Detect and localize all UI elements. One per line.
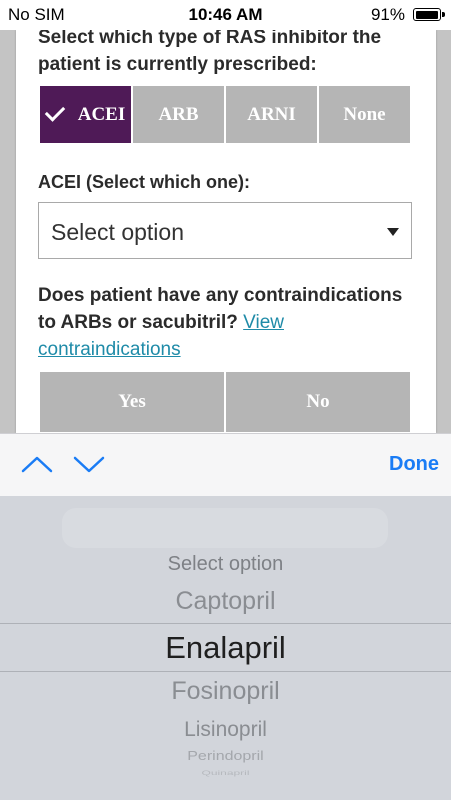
picker-option[interactable]: Lisinopril [0,718,451,742]
next-field-icon[interactable] [72,450,106,478]
contraindications-selector: Yes No [40,372,410,432]
ras-type-selector: ACEI ARB ARNI None [40,86,410,143]
option-none-button[interactable]: None [319,86,410,143]
question-contraindications: Does patient have any contraindications … [38,282,423,363]
form-card: Select which type of RAS inhibitor the p… [16,30,436,433]
previous-field-icon[interactable] [20,450,54,478]
option-label: ACEI [77,103,126,125]
acei-select[interactable]: Select option [38,202,412,259]
option-label: ARB [158,103,199,125]
option-arni-button[interactable]: ARNI [226,86,319,143]
yes-button[interactable]: Yes [40,372,226,432]
battery-percent: 91% [370,5,405,24]
picker-blur-bar [62,508,388,548]
checkmark-icon [44,101,65,122]
option-label: ARNI [247,103,296,125]
picker-toolbar: Done [0,433,451,497]
acei-select-value: Select option [51,219,184,245]
no-button[interactable]: No [226,372,410,432]
acei-select-label: ACEI (Select which one): [38,172,251,192]
picker-option[interactable]: Select option [0,553,451,576]
picker-selection-line [0,623,451,624]
option-label: None [343,103,386,125]
no-label: No [306,391,330,412]
picker-wheel[interactable]: Select option Captopril Enalapril Fosino… [0,496,451,800]
picker-option[interactable]: Quinapril [0,770,451,777]
picker-option[interactable]: Captopril [0,587,451,616]
option-acei-button[interactable]: ACEI [40,86,133,143]
picker-option[interactable]: Perindopril [0,750,451,764]
done-button[interactable]: Done [389,453,439,476]
battery-icon [413,8,445,21]
option-arb-button[interactable]: ARB [133,86,226,143]
status-bar: No SIM 10:46 AM 91% [0,0,451,30]
page-content: Select which type of RAS inhibitor the p… [0,30,451,433]
question-ras-type: Select which type of RAS inhibitor the p… [38,30,382,75]
picker-option-selected[interactable]: Enalapril [0,630,451,666]
dropdown-caret-icon [387,228,399,236]
yes-label: Yes [118,391,146,412]
picker-option[interactable]: Fosinopril [0,677,451,706]
picker-selection-line [0,671,451,672]
question-text: Does patient have any contraindications … [38,285,403,333]
